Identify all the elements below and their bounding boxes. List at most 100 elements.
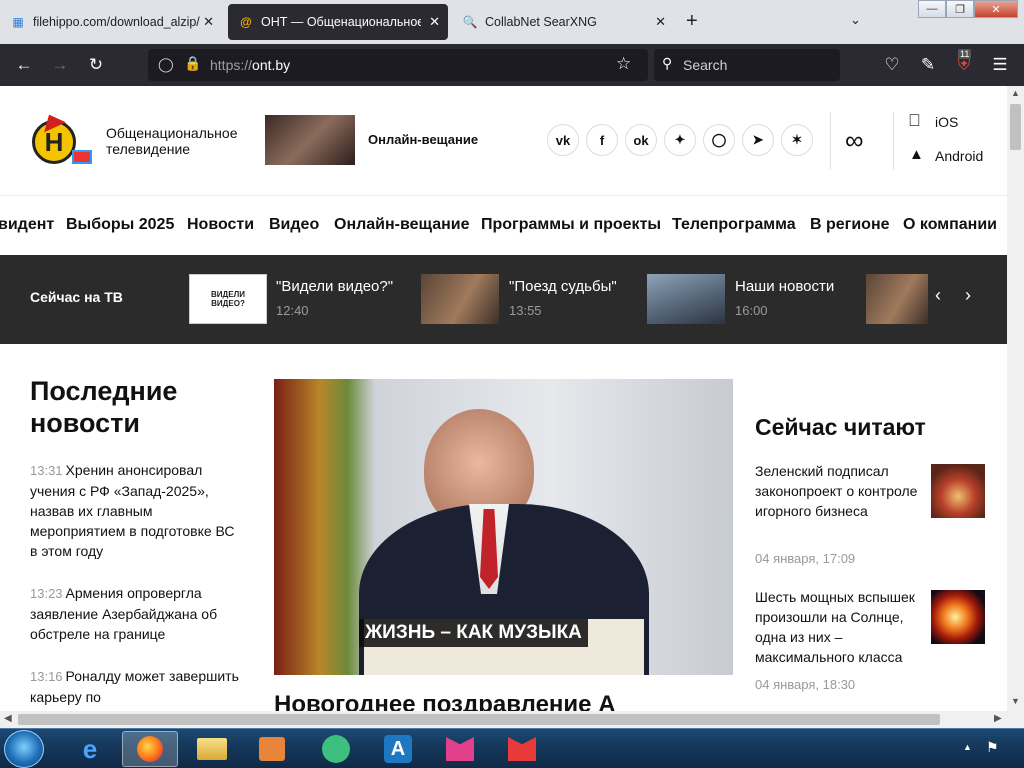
close-window-button[interactable]: ✕ <box>974 0 1018 18</box>
header-divider <box>0 195 1007 196</box>
tab-filehippo[interactable]: ▦ filehippo.com/download_alzip/ ✕ <box>0 4 222 40</box>
url-host: ont.by <box>252 57 291 73</box>
menu-icon[interactable]: ☰ <box>990 55 1010 75</box>
media-player-icon[interactable] <box>244 731 300 767</box>
tab-strip: ▦ filehippo.com/download_alzip/ ✕ @ ОНТ … <box>0 0 1024 44</box>
linux-app-icon[interactable]: A <box>370 731 426 767</box>
ios-app-link[interactable]: iOS <box>935 114 958 130</box>
close-tab-icon[interactable]: ✕ <box>429 14 440 30</box>
menu-item-live[interactable]: Онлайн-вещание <box>334 216 470 234</box>
tv-thumbnail[interactable] <box>421 274 499 324</box>
extensions-icon[interactable]: ✎ <box>918 55 938 75</box>
reading-item-title[interactable]: Зеленский подписал законопроект о контро… <box>755 461 920 521</box>
divider <box>893 112 894 170</box>
reading-item-date: 04 января, 18:30 <box>755 677 856 692</box>
bookmark-star-icon[interactable]: ☆ <box>616 54 631 74</box>
menu-item-programs[interactable]: Программы и проекты <box>481 216 661 234</box>
tv-program-title[interactable]: Наши новости <box>735 278 834 295</box>
windows-taskbar: e A ▲ ⚑ <box>0 728 1024 768</box>
list-all-tabs-icon[interactable]: ⌄ <box>850 12 861 28</box>
hero-image[interactable]: ЖИЗНЬ – КАК МУЗЫКА <box>274 379 733 675</box>
file-explorer-icon[interactable] <box>184 731 240 767</box>
ont-logo[interactable]: Н <box>32 109 92 166</box>
ont-favicon: @ <box>240 15 252 29</box>
firefox-icon[interactable] <box>122 731 178 767</box>
internet-explorer-icon[interactable]: e <box>62 731 118 767</box>
telegram-icon[interactable]: ➤ <box>742 124 774 156</box>
vk-icon[interactable]: vk <box>547 124 579 156</box>
scroll-up-icon[interactable]: ▲ <box>1011 88 1020 98</box>
news-item[interactable]: 13:23 Армения опровергла заявление Азерба… <box>30 583 245 644</box>
chevron-right-icon[interactable]: › <box>965 285 971 306</box>
menu-item-elections[interactable]: Выборы 2025 <box>66 216 174 234</box>
live-stream-link[interactable]: Онлайн-вещание <box>368 132 478 147</box>
instagram-icon[interactable]: ◯ <box>703 124 735 156</box>
news-time: 13:31 <box>30 463 63 478</box>
android-icon: ▲ <box>909 146 924 163</box>
tv-program-time: 16:00 <box>735 303 768 318</box>
scroll-right-icon[interactable]: ▶ <box>994 713 1002 724</box>
gitkraken-icon[interactable] <box>432 731 488 767</box>
tray-expand-icon[interactable]: ▲ <box>963 742 972 752</box>
close-tab-icon[interactable]: ✕ <box>655 14 666 30</box>
yandex-zen-icon[interactable]: ✶ <box>781 124 813 156</box>
url-scheme: https:// <box>210 57 253 73</box>
news-time: 13:23 <box>30 586 63 601</box>
gift-icon <box>72 150 92 164</box>
tab-ont[interactable]: @ ОНТ — Общенациональное телевидение ✕ <box>228 4 448 40</box>
vertical-scrollbar[interactable]: ▲ ▼ <box>1007 86 1024 711</box>
android-app-link[interactable]: Android <box>935 148 983 164</box>
start-button[interactable] <box>4 730 44 768</box>
scroll-left-icon[interactable]: ◀ <box>4 713 12 724</box>
menu-item-tv-guide[interactable]: Телепрограмма <box>672 216 796 234</box>
reading-item-title[interactable]: Шесть мощных вспышек произошли на Солнце… <box>755 587 920 667</box>
action-center-flag-icon[interactable]: ⚑ <box>986 739 999 756</box>
thumb-text: ВИДЕЛИ ВИДЕО? <box>211 290 245 308</box>
gitkraken-icon[interactable] <box>494 731 550 767</box>
close-tab-icon[interactable]: ✕ <box>203 14 214 30</box>
scrollbar-thumb[interactable] <box>1010 104 1021 150</box>
new-tab-button[interactable]: + <box>686 10 698 33</box>
tv-program-title[interactable]: "Видели видео?" <box>276 278 393 295</box>
back-icon[interactable]: ← <box>14 55 34 75</box>
reading-thumbnail[interactable] <box>931 590 985 644</box>
news-item[interactable]: 13:16 Роналду может завершить карьеру по <box>30 666 245 707</box>
accessibility-glasses-icon[interactable]: ∞ <box>845 125 864 156</box>
tab-searxng[interactable]: 🔍 CollabNet SearXNG ✕ <box>452 4 674 40</box>
horizontal-scrollbar[interactable]: ◀ ▶ <box>0 711 1024 728</box>
reload-icon[interactable]: ↻ <box>86 55 106 75</box>
minimize-button[interactable]: — <box>918 0 946 18</box>
extensions-badge: 11 <box>958 49 972 59</box>
tv-program-title[interactable]: "Поезд судьбы" <box>509 278 617 295</box>
reading-thumbnail[interactable] <box>931 464 985 518</box>
twitter-icon[interactable]: ✦ <box>664 124 696 156</box>
menu-item-news[interactable]: Новости <box>187 216 254 234</box>
facebook-icon[interactable]: f <box>586 124 618 156</box>
tv-thumbnail[interactable]: ВИДЕЛИ ВИДЕО? <box>189 274 267 324</box>
menu-item-region[interactable]: В регионе <box>810 216 890 234</box>
scrollbar-thumb[interactable] <box>18 714 940 725</box>
odnoklassniki-icon[interactable]: ok <box>625 124 657 156</box>
greenshot-icon[interactable] <box>308 731 364 767</box>
url-bar[interactable]: ◯ 🔒 https://ont.by ☆ <box>148 49 648 81</box>
tv-thumbnail[interactable] <box>866 274 928 324</box>
apple-icon:  <box>908 111 921 131</box>
chevron-left-icon[interactable]: ‹ <box>935 285 941 306</box>
live-stream-thumbnail[interactable] <box>265 115 355 165</box>
tracking-shield-icon[interactable]: ◯ <box>158 56 174 73</box>
menu-item-incident[interactable]: видент <box>0 216 54 234</box>
restore-button[interactable]: ❐ <box>946 0 974 18</box>
hero-title[interactable]: Новогоднее поздравление А <box>274 691 616 711</box>
menu-item-video[interactable]: Видео <box>269 216 319 234</box>
lock-icon[interactable]: 🔒 <box>184 55 201 72</box>
menu-item-about[interactable]: О компании <box>903 216 997 234</box>
now-on-tv-strip: Сейчас на ТВ ВИДЕЛИ ВИДЕО? "Видели видео… <box>0 255 1007 344</box>
tv-program-time: 12:40 <box>276 303 309 318</box>
search-bar[interactable]: ⚲ Search <box>654 49 840 81</box>
scroll-down-icon[interactable]: ▼ <box>1011 696 1020 706</box>
now-on-tv-label: Сейчас на ТВ <box>30 289 123 305</box>
news-item[interactable]: 13:31 Хренин анонсировал учения с РФ «Зап… <box>30 460 245 561</box>
pocket-icon[interactable]: ♡ <box>882 55 902 75</box>
tv-thumbnail[interactable] <box>647 274 725 324</box>
forward-icon[interactable]: → <box>50 55 70 75</box>
